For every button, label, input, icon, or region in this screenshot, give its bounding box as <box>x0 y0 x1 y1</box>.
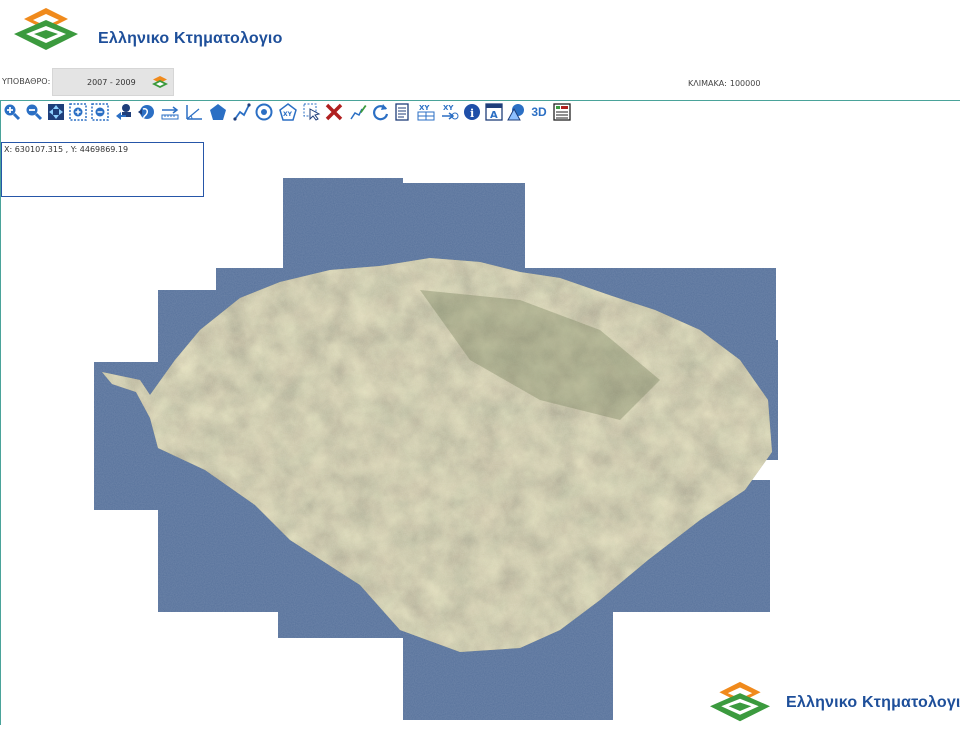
shapes-icon[interactable] <box>506 102 526 122</box>
header: Ελληνικο Κτηματολογιο <box>0 0 960 60</box>
layers-icon[interactable] <box>151 75 169 89</box>
scale-display: ΚΛΙΜΑΚΑ: 100000 <box>688 79 760 88</box>
island <box>102 258 772 652</box>
target-icon[interactable] <box>254 102 274 122</box>
zoom-out-icon[interactable] <box>24 102 44 122</box>
logo-text: Ελληνικο Κτηματολογιο <box>98 30 283 47</box>
sea-texture <box>94 178 778 723</box>
cadastre-logo-icon <box>14 8 78 50</box>
sea-tiles <box>94 178 778 720</box>
watermark-logo-text: Ελληνικο Κτηματολογιο <box>786 694 960 711</box>
clear-icon[interactable] <box>324 102 344 122</box>
xy-polygon-icon[interactable]: XY <box>278 102 298 122</box>
pan-icon[interactable] <box>46 102 66 122</box>
basemap-select[interactable]: 2007 - 2009 <box>52 68 174 96</box>
coordinates-readout: X: 630107.315 , Y: 4469869.19 <box>4 145 129 154</box>
measure-distance-icon[interactable] <box>160 102 180 122</box>
xy-goto-icon[interactable]: XY <box>440 102 460 122</box>
measure-angle-icon[interactable] <box>184 102 204 122</box>
basemap-label: ΥΠΟΒΑΘΡΟ: <box>2 77 51 86</box>
svg-text:A: A <box>490 110 498 121</box>
info-icon[interactable]: i <box>462 102 482 122</box>
cadastre-logo[interactable]: Ελληνικο Κτηματολογιο <box>6 6 306 54</box>
document-icon[interactable] <box>392 102 412 122</box>
basemap-value: 2007 - 2009 <box>87 78 136 87</box>
legend-icon[interactable] <box>552 102 572 122</box>
label-icon[interactable]: A <box>484 102 504 122</box>
cadastre-watermark: Ελληνικο Κτηματολογιο <box>700 680 960 725</box>
select-icon[interactable] <box>302 102 322 122</box>
scale-label: ΚΛΙΜΑΚΑ: <box>688 79 727 88</box>
xy-table-icon[interactable]: XY <box>416 102 436 122</box>
coordinates-panel: X: 630107.315 , Y: 4469869.19 <box>1 142 204 197</box>
3d-label: 3D <box>531 105 547 119</box>
zoom-box-out-icon[interactable] <box>90 102 110 122</box>
zoom-in-icon[interactable] <box>2 102 22 122</box>
scale-value: 100000 <box>729 79 761 88</box>
draw-line-icon[interactable] <box>232 102 252 122</box>
svg-text:XY: XY <box>443 104 454 112</box>
full-extent-icon[interactable] <box>136 102 156 122</box>
cadastre-watermark-icon <box>710 681 770 722</box>
measure-area-icon[interactable] <box>208 102 228 122</box>
zoom-box-in-icon[interactable] <box>68 102 88 122</box>
edit-line-icon[interactable] <box>348 102 368 122</box>
3d-button[interactable]: 3D <box>528 102 550 122</box>
svg-text:XY: XY <box>283 111 293 118</box>
basemap-bar: ΥΠΟΒΑΘΡΟ: 2007 - 2009 ΚΛΙΜΑΚΑ: 100000 <box>0 66 960 101</box>
previous-extent-icon[interactable] <box>114 102 134 122</box>
refresh-icon[interactable] <box>370 102 390 122</box>
svg-text:XY: XY <box>419 104 430 112</box>
svg-text:i: i <box>470 107 474 120</box>
